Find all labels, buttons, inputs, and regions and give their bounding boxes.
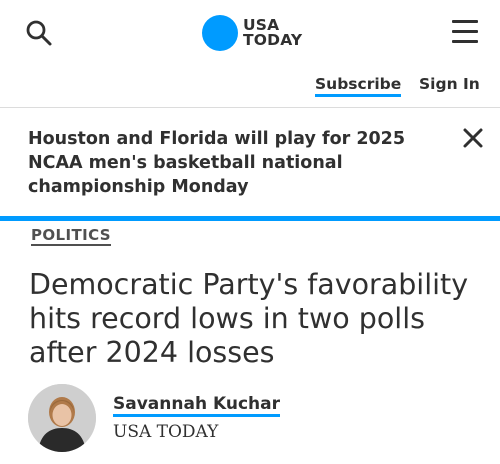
author-name-link[interactable]: Savannah Kuchar: [113, 394, 280, 417]
close-icon: [463, 128, 483, 148]
section-label[interactable]: POLITICS: [31, 226, 111, 246]
author-photo: [28, 384, 96, 452]
breaking-news-text[interactable]: Houston and Florida will play for 2025 N…: [28, 127, 428, 199]
logo-dot: [202, 15, 238, 51]
hamburger-menu-icon: [452, 20, 480, 43]
byline: Savannah Kuchar USA TODAY: [28, 384, 488, 456]
banner-close-button[interactable]: [462, 127, 484, 149]
search-icon: [26, 20, 52, 46]
subscribe-link[interactable]: Subscribe: [315, 75, 402, 97]
section-divider: [0, 216, 500, 221]
logo-line2: TODAY: [243, 31, 303, 49]
search-button[interactable]: [24, 18, 54, 48]
logo-wordmark: USA TODAY: [243, 17, 303, 49]
account-bar: Subscribe Sign In: [0, 64, 500, 108]
author-avatar[interactable]: [28, 384, 96, 452]
sign-in-link[interactable]: Sign In: [419, 75, 480, 93]
menu-button[interactable]: [452, 20, 480, 44]
usa-today-logo[interactable]: USA TODAY: [202, 14, 302, 52]
site-header: USA TODAY: [0, 0, 500, 64]
article-headline: Democratic Party's favorability hits rec…: [29, 268, 469, 369]
publication-name: USA TODAY: [113, 422, 219, 442]
breaking-news-banner[interactable]: Houston and Florida will play for 2025 N…: [0, 109, 500, 216]
